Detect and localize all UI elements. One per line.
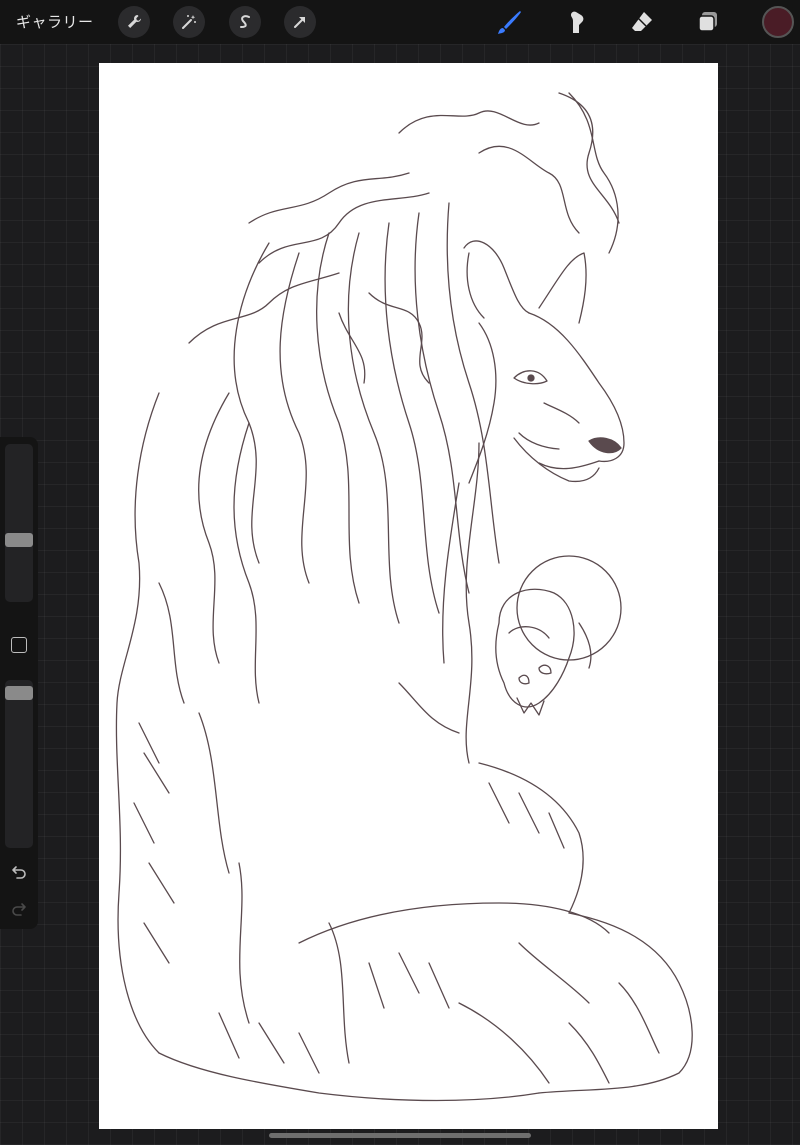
transform-button[interactable] <box>284 6 316 38</box>
selection-s-icon <box>240 15 250 28</box>
selection-button[interactable] <box>229 6 261 38</box>
smudge-icon <box>571 11 584 33</box>
eraser-tool-button[interactable] <box>626 6 658 38</box>
adjustments-button[interactable] <box>173 6 205 38</box>
top-toolbar: ギャラリー <box>0 0 800 44</box>
redo-icon <box>12 903 26 916</box>
magic-wand-icon <box>182 15 196 29</box>
layers-button[interactable] <box>692 6 724 38</box>
brush-size-slider[interactable] <box>5 444 33 602</box>
smudge-tool-button[interactable] <box>560 6 592 38</box>
redo-button[interactable] <box>9 899 29 919</box>
left-sidebar <box>0 437 38 929</box>
transform-arrow-icon <box>294 17 305 28</box>
actions-wrench-button[interactable] <box>118 6 150 38</box>
wrench-icon <box>128 15 141 28</box>
brush-tool-button[interactable] <box>494 6 526 38</box>
undo-button[interactable] <box>9 862 29 882</box>
eraser-icon <box>632 12 652 31</box>
color-picker-swatch[interactable] <box>762 6 794 38</box>
brush-size-thumb[interactable] <box>5 533 33 548</box>
brush-icon <box>498 11 521 34</box>
opacity-slider[interactable] <box>5 680 33 848</box>
layers-icon <box>698 12 717 32</box>
opacity-thumb[interactable] <box>5 686 33 701</box>
wolf-sketch-artwork <box>115 92 693 1102</box>
drawing-canvas[interactable] <box>99 63 718 1129</box>
modify-button[interactable] <box>11 637 27 653</box>
gallery-button[interactable]: ギャラリー <box>16 11 94 32</box>
home-indicator <box>269 1133 531 1138</box>
undo-icon <box>12 866 26 879</box>
